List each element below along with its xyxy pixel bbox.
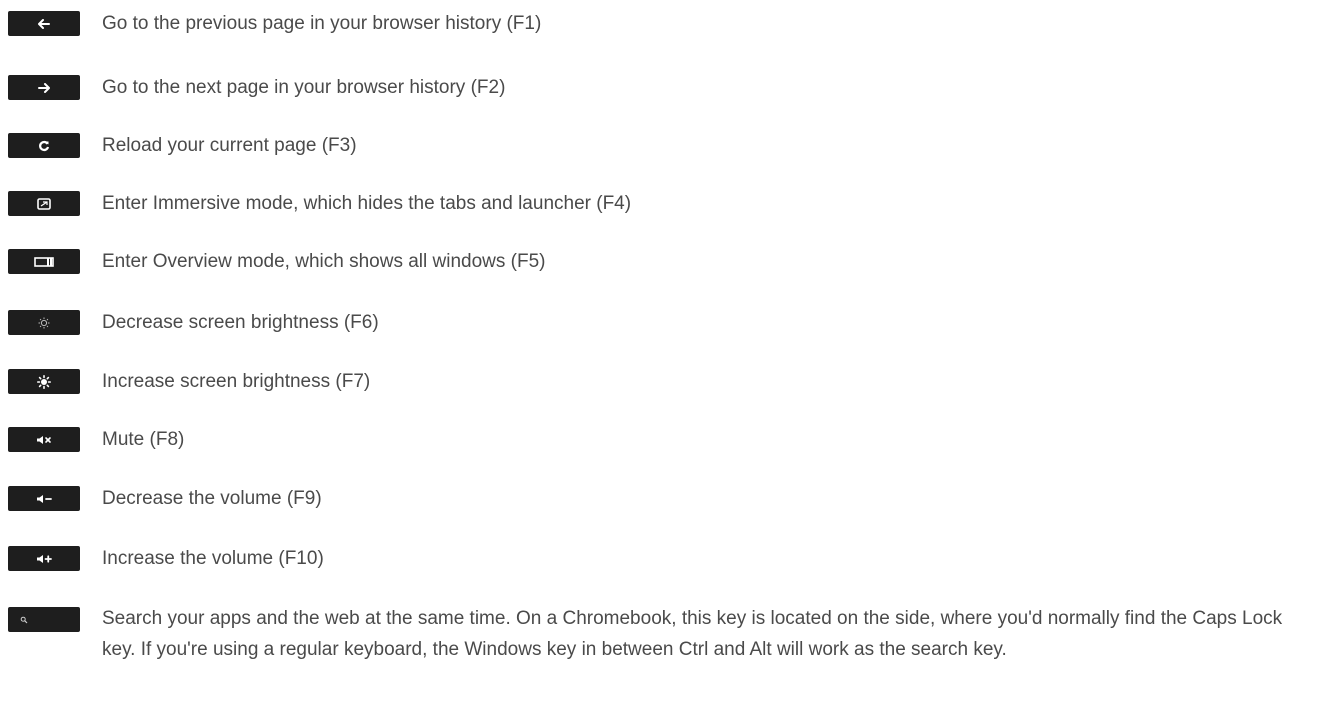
back-key [8, 11, 80, 36]
search-icon [20, 616, 28, 623]
shortcut-description: Reload your current page (F3) [102, 135, 357, 156]
brightness-down-key [8, 310, 80, 335]
mute-icon [37, 435, 51, 444]
shortcut-description: Enter Immersive mode, which hides the ta… [102, 193, 632, 214]
mute-key [8, 427, 80, 452]
volume-up-key [8, 546, 80, 571]
forward-key [8, 75, 80, 100]
volume-up-icon [37, 554, 52, 563]
shortcut-description: Mute (F8) [102, 429, 185, 450]
search-key [8, 607, 80, 632]
brightness-down-icon [38, 317, 50, 328]
shortcut-description: Search your apps and the web at the same… [102, 608, 1283, 660]
fullscreen-key [8, 191, 80, 216]
reload-icon [39, 140, 50, 151]
shortcut-description: Decrease screen brightness (F6) [102, 312, 379, 333]
shortcut-description: Increase screen brightness (F7) [102, 371, 371, 392]
shortcut-description: Enter Overview mode, which shows all win… [102, 251, 546, 272]
brightness-up-icon [37, 374, 51, 389]
brightness-up-key [8, 369, 80, 394]
volume-down-key [8, 486, 80, 511]
shortcut-description: Go to the previous page in your browser … [102, 13, 542, 34]
overview-icon [34, 256, 54, 267]
forward-arrow-icon [38, 82, 50, 93]
shortcut-description: Increase the volume (F10) [102, 548, 324, 569]
overview-key [8, 249, 80, 274]
shortcut-description: Decrease the volume (F9) [102, 488, 322, 509]
volume-down-icon [37, 494, 52, 503]
back-arrow-icon [38, 18, 50, 29]
shortcut-description: Go to the next page in your browser hist… [102, 77, 506, 98]
fullscreen-icon [37, 197, 51, 210]
reload-key [8, 133, 80, 158]
